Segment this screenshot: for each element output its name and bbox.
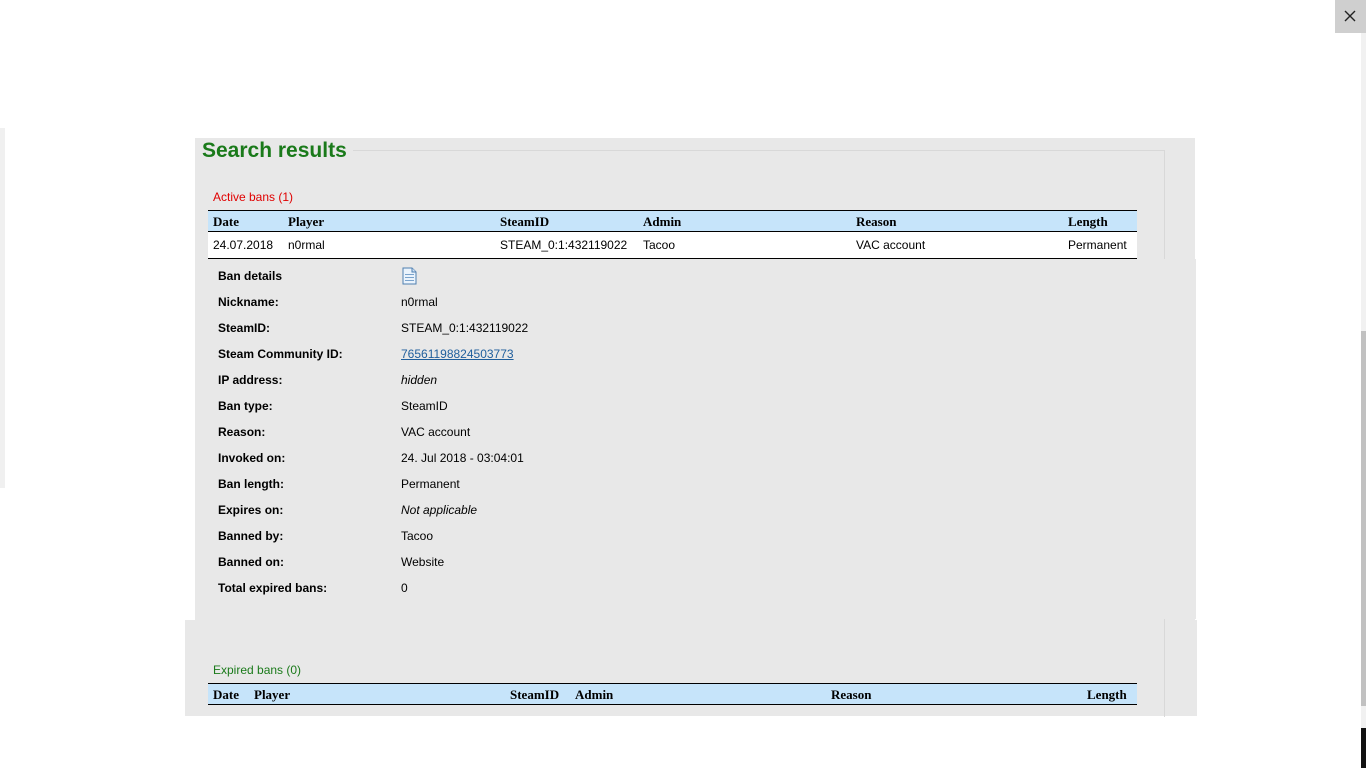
row-player: n0rmal <box>288 238 325 252</box>
detail-value: n0rmal <box>401 295 438 309</box>
detail-label: Reason: <box>218 425 266 439</box>
steam-community-link[interactable]: 76561198824503773 <box>401 347 514 361</box>
detail-label: IP address: <box>218 373 283 387</box>
detail-label: Steam Community ID: <box>218 347 343 361</box>
row-length: Permanent <box>1068 238 1127 252</box>
detail-value: SteamID <box>401 399 448 413</box>
page-title: Search results <box>202 139 353 163</box>
expired-bans-label: Expired bans (0) <box>213 663 302 677</box>
detail-value: 0 <box>401 581 408 595</box>
column-date[interactable]: Date <box>213 214 239 230</box>
row-reason: VAC account <box>856 238 926 252</box>
detail-value: Permanent <box>401 477 460 491</box>
detail-label: Expires on: <box>218 503 284 517</box>
column-date[interactable]: Date <box>213 687 239 703</box>
column-player[interactable]: Player <box>254 687 290 703</box>
row-date: 24.07.2018 <box>213 238 274 252</box>
detail-label: Banned on: <box>218 555 284 569</box>
ban-details-heading: Ban details <box>218 269 283 283</box>
left-edge-panel <box>0 128 5 488</box>
expired-bans-header: Date Player SteamID Admin Reason Length <box>208 683 1137 705</box>
detail-value: Tacoo <box>401 529 434 543</box>
table-row[interactable]: 24.07.2018 n0rmal STEAM_0:1:432119022 Ta… <box>208 232 1137 259</box>
document-icon[interactable] <box>401 267 418 288</box>
detail-label: Ban length: <box>218 477 284 491</box>
detail-label: Nickname: <box>218 295 279 309</box>
active-bans-header: Date Player SteamID Admin Reason Length <box>208 210 1137 232</box>
detail-value: VAC account <box>401 425 471 439</box>
detail-value: Not applicable <box>401 503 478 517</box>
active-bans-label: Active bans (1) <box>213 190 294 204</box>
detail-value: Website <box>401 555 445 569</box>
detail-label: Invoked on: <box>218 451 286 465</box>
vertical-scrollbar[interactable] <box>1361 33 1366 768</box>
column-reason[interactable]: Reason <box>831 687 871 703</box>
column-steamid[interactable]: SteamID <box>510 687 559 703</box>
row-steamid: STEAM_0:1:432119022 <box>500 238 628 252</box>
column-admin[interactable]: Admin <box>643 214 681 230</box>
row-admin: Tacoo <box>643 238 676 252</box>
detail-label: Banned by: <box>218 529 284 543</box>
column-length[interactable]: Length <box>1068 214 1108 230</box>
detail-label: Total expired bans: <box>218 581 328 595</box>
detail-value: STEAM_0:1:432119022 <box>401 321 529 335</box>
column-length[interactable]: Length <box>1087 687 1127 703</box>
close-button[interactable] <box>1335 0 1366 33</box>
scrollbar-thumb[interactable] <box>1361 331 1366 706</box>
detail-value: 24. Jul 2018 - 03:04:01 <box>401 451 524 465</box>
detail-value: hidden <box>401 373 438 387</box>
column-reason[interactable]: Reason <box>856 214 896 230</box>
column-admin[interactable]: Admin <box>575 687 613 703</box>
detail-label: Ban type: <box>218 399 273 413</box>
column-steamid[interactable]: SteamID <box>500 214 549 230</box>
detail-label: SteamID: <box>218 321 271 335</box>
bottom-edge-strip <box>1361 728 1366 768</box>
column-player[interactable]: Player <box>288 214 324 230</box>
close-icon <box>1344 10 1356 22</box>
